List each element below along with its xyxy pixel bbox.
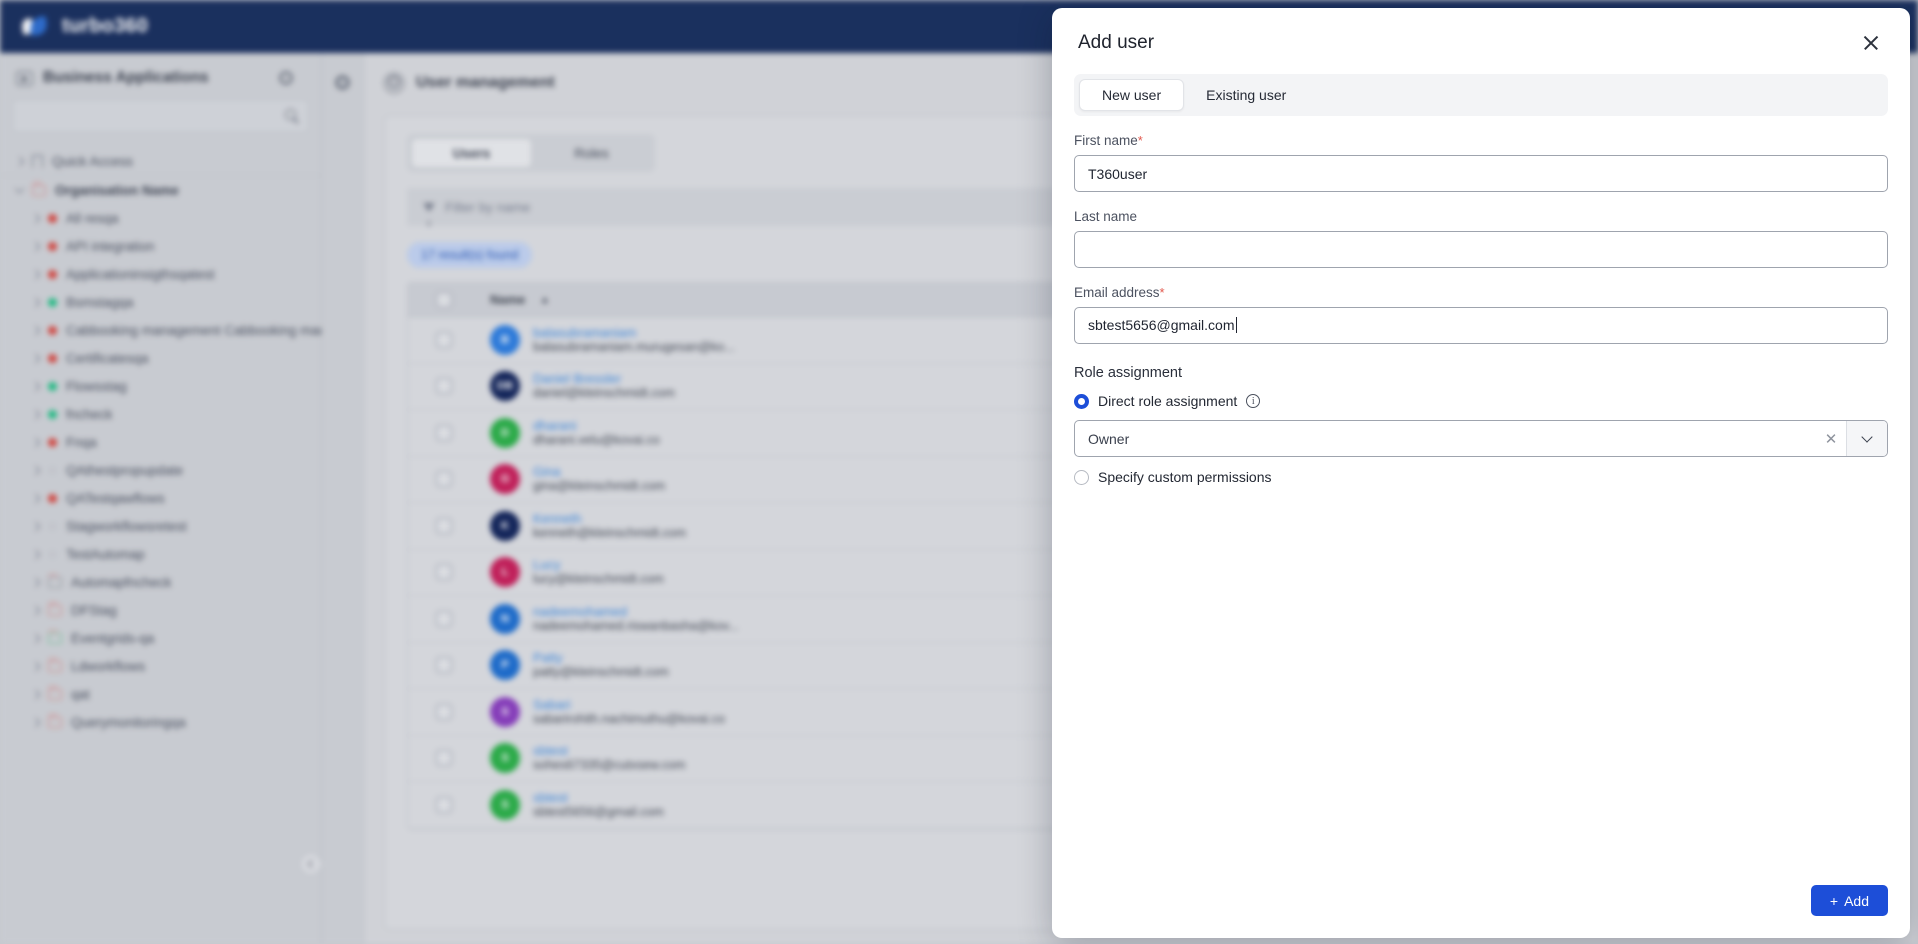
clear-icon[interactable]: ✕ (1816, 430, 1846, 448)
role-select-value: Owner (1088, 430, 1130, 447)
dialog-header: Add user (1052, 8, 1910, 56)
email-field-group: Email address* sbtest5656@gmail.com (1074, 285, 1888, 344)
required-marker: * (1137, 133, 1143, 148)
add-button-label: Add (1844, 892, 1869, 909)
role-assignment-title: Role assignment (1074, 365, 1182, 381)
dialog-footer: + Add (1052, 885, 1910, 938)
radio-direct-role-assignment-label: Direct role assignment (1098, 393, 1238, 409)
close-icon[interactable] (1858, 30, 1884, 56)
tab-new-user[interactable]: New user (1079, 79, 1185, 111)
plus-icon: + (1829, 892, 1839, 909)
email-input[interactable]: sbtest5656@gmail.com (1074, 307, 1888, 344)
app-root: turbo360 Business Applications Quick Acc… (0, 0, 1918, 944)
radio-direct-role-assignment-control[interactable] (1074, 393, 1089, 409)
add-button[interactable]: + Add (1810, 885, 1888, 916)
role-select[interactable]: Owner ✕ (1074, 420, 1888, 457)
radio-direct-role-assignment[interactable]: Direct role assignment i (1074, 393, 1888, 409)
first-name-label: First name* (1074, 133, 1143, 148)
dialog-title: Add user (1078, 32, 1155, 53)
tab-existing-user[interactable]: Existing user (1184, 79, 1308, 111)
radio-specify-custom-permissions-label: Specify custom permissions (1098, 469, 1272, 485)
radio-specify-custom-permissions-control[interactable] (1074, 469, 1089, 485)
text-caret (1235, 317, 1237, 333)
radio-specify-custom-permissions[interactable]: Specify custom permissions (1074, 469, 1888, 485)
required-marker: * (1159, 285, 1165, 300)
info-icon[interactable]: i (1246, 394, 1261, 408)
dialog-body: New user Existing user First name* Last … (1052, 56, 1910, 885)
first-name-field-group: First name* (1074, 133, 1888, 192)
chevron-down-icon[interactable] (1847, 421, 1887, 456)
user-type-tabs: New user Existing user (1074, 74, 1888, 116)
add-user-dialog: Add user New user Existing user First na… (1052, 8, 1910, 938)
first-name-input[interactable] (1074, 155, 1888, 192)
email-label: Email address* (1074, 285, 1165, 300)
last-name-input[interactable] (1074, 231, 1888, 268)
last-name-label: Last name (1074, 209, 1138, 224)
email-input-value: sbtest5656@gmail.com (1088, 317, 1235, 333)
last-name-field-group: Last name (1074, 209, 1888, 268)
